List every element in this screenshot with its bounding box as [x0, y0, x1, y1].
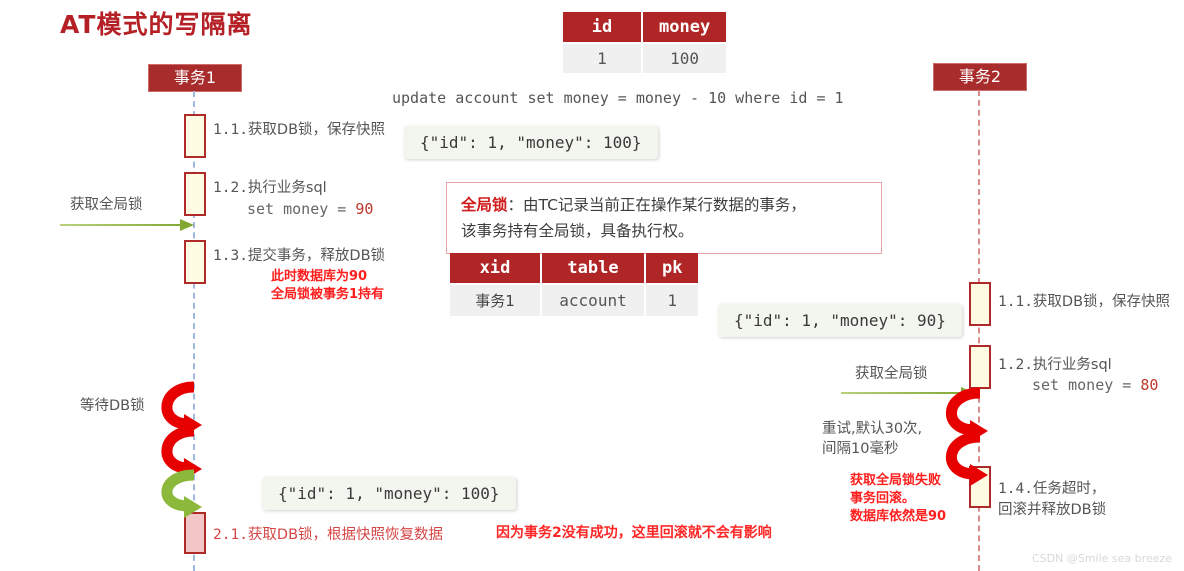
actor-tx1: 事务1 [148, 64, 242, 92]
step-tx2-1-2-sub-prefix: set money = [1032, 376, 1141, 394]
note-tx2-fail-line3: 数据库依然是90 [850, 509, 947, 524]
step-tx2-1-4: 1.4.任务超时， [998, 479, 1105, 499]
step-tx1-1-2-number: 1.2. [213, 180, 248, 196]
json-chip-tx1-snapshot-top: {"id": 1, "money": 100} [404, 126, 658, 159]
step-tx2-1-2-text: 执行业务sql [1032, 357, 1112, 373]
step-tx1-1-3: 1.3.提交事务，释放DB锁 [213, 246, 385, 266]
account-table-grid: id money 1 100 [561, 10, 728, 75]
loop-arrows-tx1-wait [161, 381, 202, 518]
step-tx1-2-1-text: 获取DB锁，根据快照恢复数据 [247, 527, 444, 543]
label-tx1-acquire-global-lock: 获取全局锁 [70, 197, 143, 213]
watermark: CSDN @Smile sea breeze [1031, 552, 1172, 565]
table-header-row: xid table pk [450, 253, 699, 283]
note-tx1-step13-line1: 此时数据库为90 [271, 269, 368, 284]
step-tx2-1-4-text2: 回滚并释放DB锁 [998, 502, 1107, 518]
column-header-money: money [643, 12, 727, 42]
global-lock-note-line1: ：由TC记录当前正在操作某行数据的事务， [507, 196, 806, 214]
step-tx2-1-4-text: 任务超时， [1032, 481, 1106, 497]
table-row: 事务1 account 1 [450, 285, 699, 316]
activation-tx1-step21 [184, 512, 206, 554]
global-lock-table: xid table pk 事务1 account 1 [448, 251, 700, 318]
note-tx2-retry-line2: 间隔10毫秒 [822, 441, 899, 457]
step-tx1-1-2: 1.2.执行业务sql [213, 178, 327, 198]
cell-money: 100 [643, 44, 727, 73]
column-header-table: table [542, 253, 644, 283]
step-tx2-1-2-sub: set money = 80 [1032, 376, 1158, 394]
global-lock-note-term: 全局锁 [461, 196, 508, 214]
activation-tx1-step13 [184, 240, 206, 284]
step-tx1-2-1-number: 2.1. [213, 527, 248, 543]
step-tx1-2-1: 2.1.获取DB锁，根据快照恢复数据 [213, 523, 443, 544]
json-chip-tx2-snapshot: {"id": 1, "money": 90} [718, 304, 962, 337]
note-tx1-step13-line2: 全局锁被事务1持有 [271, 287, 385, 302]
global-lock-note-line2: 该事务持有全局锁，具备执行权。 [461, 222, 694, 240]
column-header-xid: xid [450, 253, 540, 283]
step-tx2-1-1-text: 获取DB锁，保存快照 [1032, 294, 1171, 310]
table-row: 1 100 [563, 44, 727, 73]
step-tx1-1-3-number: 1.3. [213, 248, 248, 264]
step-tx1-1-2-sub: set money = 90 [247, 200, 373, 218]
note-tx2-fail-line2: 事务回滚。 [850, 491, 916, 506]
account-table: id money 1 100 [561, 10, 728, 75]
arrow-tx1-acquire-global-lock [60, 219, 194, 231]
activation-tx2-step11 [969, 282, 991, 326]
step-tx2-1-2: 1.2.执行业务sql [998, 355, 1112, 375]
step-tx1-1-1-text: 获取DB锁，保存快照 [247, 122, 386, 138]
label-tx1-wait-db-lock: 等待DB锁 [80, 398, 145, 414]
note-tx2-retry-line1: 重试,默认30次, [822, 421, 923, 437]
step-tx1-1-2-text: 执行业务sql [247, 180, 327, 196]
step-tx2-1-1: 1.1.获取DB锁，保存快照 [998, 292, 1170, 312]
step-tx2-1-2-sub-value: 80 [1140, 376, 1159, 394]
activation-tx1-step11 [184, 114, 206, 158]
note-tx1-rollback: 因为事务2没有成功，这里回滚就不会有影响 [496, 525, 772, 541]
page-title: AT模式的写隔离 [60, 10, 253, 39]
cell-xid: 事务1 [450, 285, 540, 316]
activation-tx1-step12 [184, 172, 206, 216]
step-tx1-1-2-sub-prefix: set money = [247, 200, 356, 218]
cell-id: 1 [563, 44, 641, 73]
step-tx1-1-2-sub-value: 90 [355, 200, 374, 218]
step-tx1-1-1-number: 1.1. [213, 122, 248, 138]
cell-table: account [542, 285, 644, 316]
json-chip-tx1-snapshot-bottom: {"id": 1, "money": 100} [262, 477, 516, 510]
step-tx1-1-1: 1.1.获取DB锁，保存快照 [213, 120, 385, 140]
step-tx2-1-2-number: 1.2. [998, 357, 1033, 373]
global-lock-note: 全局锁：由TC记录当前正在操作某行数据的事务， 该事务持有全局锁，具备执行权。 [446, 182, 882, 254]
note-tx2-fail-line1: 获取全局锁失败 [850, 473, 942, 488]
table-header-row: id money [563, 12, 727, 42]
actor-tx2: 事务2 [933, 63, 1027, 91]
step-tx1-1-3-text: 提交事务，释放DB锁 [247, 248, 386, 264]
column-header-pk: pk [646, 253, 699, 283]
step-tx2-1-4-number: 1.4. [998, 481, 1033, 497]
column-header-id: id [563, 12, 641, 42]
loop-arrows-tx2-retry [945, 387, 988, 486]
global-lock-table-grid: xid table pk 事务1 account 1 [448, 251, 700, 318]
cell-pk: 1 [646, 285, 699, 316]
step-tx2-1-1-number: 1.1. [998, 294, 1033, 310]
sql-statement: update account set money = money - 10 wh… [392, 89, 844, 107]
label-tx2-acquire-global-lock: 获取全局锁 [855, 366, 928, 382]
